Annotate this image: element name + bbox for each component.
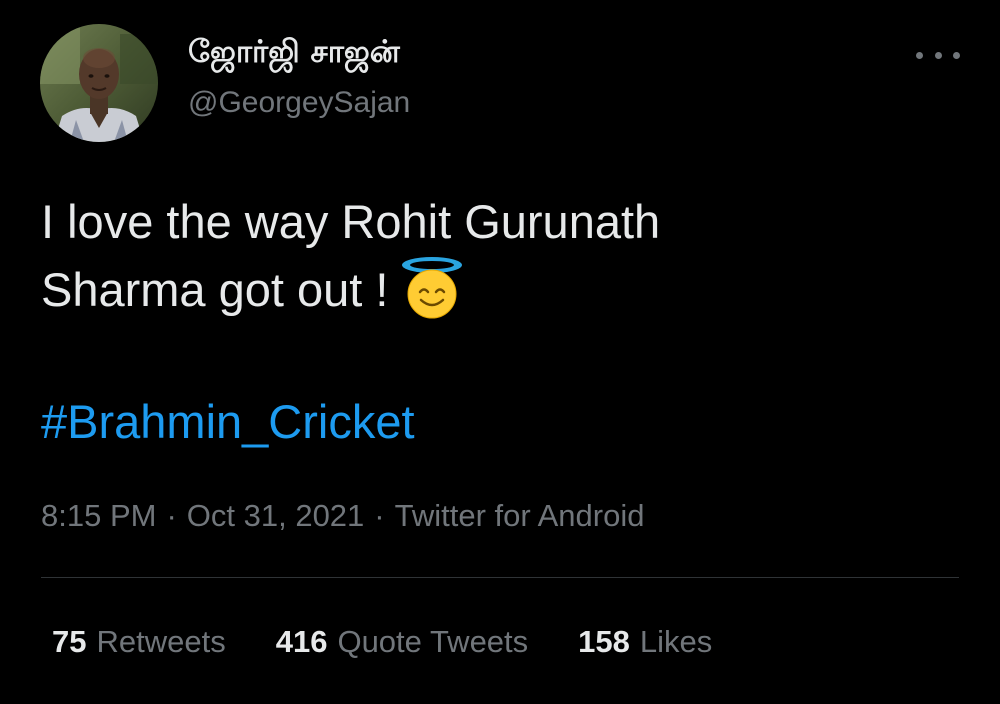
tweet-text-line: Sharma got out !	[41, 263, 389, 316]
halo-smile-emoji-icon	[398, 254, 466, 322]
engagement-stats: 75 Retweets 416 Quote Tweets 158 Likes	[52, 620, 712, 664]
likes-stat[interactable]: 158 Likes	[578, 620, 712, 664]
tweet-date[interactable]: Oct 31, 2021	[187, 498, 365, 533]
tweet-card: ஜோர்ஜி சாஜன் @GeorgeySajan I love the wa…	[0, 0, 1000, 704]
tweet-meta: 8:15 PM · Oct 31, 2021 · Twitter for Android	[41, 494, 644, 538]
meta-separator: ·	[374, 498, 385, 533]
display-name[interactable]: ஜோர்ஜி சாஜன்	[188, 34, 400, 74]
quote-tweets-stat[interactable]: 416 Quote Tweets	[276, 620, 528, 664]
likes-label: Likes	[639, 624, 713, 659]
quote-tweets-count: 416	[275, 624, 328, 659]
meta-separator: ·	[166, 498, 177, 533]
retweets-label: Retweets	[96, 624, 226, 659]
user-handle[interactable]: @GeorgeySajan	[188, 86, 410, 120]
retweets-stat[interactable]: 75 Retweets	[52, 620, 226, 664]
retweets-count: 75	[52, 624, 87, 659]
divider	[41, 577, 959, 578]
more-horizontal-icon	[916, 51, 923, 59]
avatar[interactable]	[40, 24, 158, 142]
avatar-image	[40, 24, 158, 142]
more-horizontal-icon-dot	[934, 51, 942, 59]
more-horizontal-icon-dot	[953, 51, 960, 59]
likes-count: 158	[578, 624, 630, 659]
tweet-body: I love the way Rohit Gurunath Sharma got…	[41, 188, 941, 328]
tweet-text-line: I love the way Rohit Gurunath	[41, 195, 661, 248]
tweet-source-link[interactable]: Twitter for Android	[395, 498, 645, 533]
tweet-time[interactable]: 8:15 PM	[41, 498, 156, 533]
tweet-text-line-2: Sharma got out !	[41, 256, 941, 328]
hashtag-link[interactable]: #Brahmin_Cricket	[41, 390, 415, 454]
quote-tweets-label: Quote Tweets	[337, 624, 529, 659]
more-options-button[interactable]	[916, 40, 960, 70]
